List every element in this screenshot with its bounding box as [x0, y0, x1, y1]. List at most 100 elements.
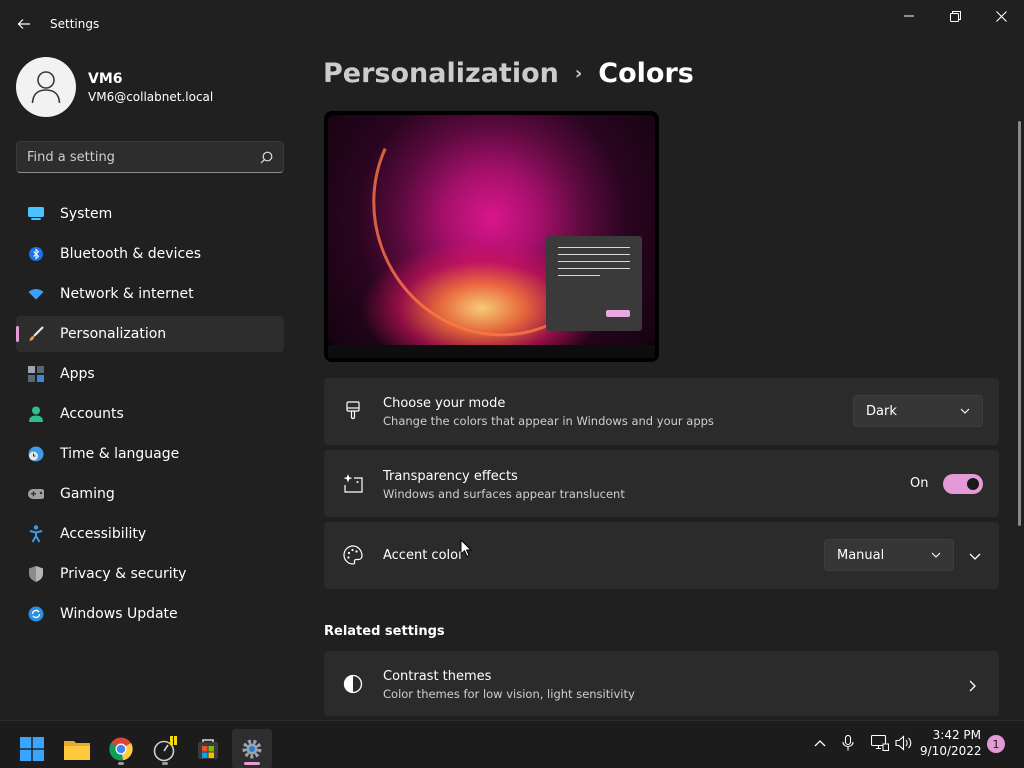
- store-button[interactable]: [188, 729, 228, 768]
- sidebar-item-time-language[interactable]: Time & language: [16, 436, 284, 472]
- minimize-icon: [904, 15, 914, 17]
- sidebar-item-accounts[interactable]: Accounts: [16, 396, 284, 432]
- sidebar-item-label: System: [60, 206, 113, 222]
- clock-date: 9/10/2022: [920, 744, 982, 758]
- back-button[interactable]: [12, 12, 36, 36]
- tool-icon: [153, 736, 177, 762]
- update-icon: [28, 606, 44, 622]
- sidebar-item-label: Time & language: [60, 446, 180, 462]
- paintbrush-icon: [29, 326, 44, 341]
- sidebar-item-privacy-security[interactable]: Privacy & security: [16, 556, 284, 592]
- contrast-description: Color themes for low vision, light sensi…: [383, 687, 635, 701]
- network-icon: [871, 735, 889, 751]
- person-icon: [29, 406, 43, 422]
- search-box[interactable]: [16, 141, 284, 173]
- sidebar-item-windows-update[interactable]: Windows Update: [16, 596, 284, 632]
- volume-icon: [895, 735, 912, 751]
- microphone-icon: [842, 735, 854, 751]
- search-input[interactable]: [27, 149, 260, 165]
- file-explorer-icon: [64, 741, 90, 760]
- preview-window: [546, 236, 642, 331]
- transparency-description: Windows and surfaces appear translucent: [383, 487, 625, 501]
- mode-dropdown[interactable]: Dark: [853, 395, 983, 427]
- sidebar-item-label: Apps: [60, 366, 95, 382]
- contrast-icon: [343, 674, 363, 694]
- paint-bucket-icon: [346, 401, 360, 420]
- gamepad-icon: [28, 489, 44, 499]
- person-icon: [31, 71, 61, 104]
- chevron-down-icon: [969, 553, 981, 560]
- file-explorer-button[interactable]: [57, 729, 97, 768]
- transparency-toggle[interactable]: [943, 474, 983, 494]
- sidebar-item-network[interactable]: Network & internet: [16, 276, 284, 312]
- notification-badge[interactable]: 1: [987, 735, 1005, 753]
- user-profile[interactable]: VM6 VM6@collabnet.local: [16, 57, 213, 117]
- microphone-button[interactable]: [838, 733, 858, 753]
- monitor-icon: [28, 207, 44, 220]
- accent-setting-card[interactable]: Accent color Manual: [324, 522, 999, 589]
- shield-icon: [29, 566, 43, 582]
- close-button[interactable]: [978, 0, 1024, 32]
- network-tray-button[interactable]: [870, 733, 890, 753]
- windows-start-icon: [20, 737, 44, 761]
- accent-dropdown[interactable]: Manual: [824, 539, 954, 571]
- chrome-icon: [109, 737, 133, 761]
- settings-app-button[interactable]: [232, 729, 272, 768]
- sidebar-item-label: Personalization: [60, 326, 167, 342]
- sparkle-window-icon: [343, 474, 363, 493]
- settings-gear-icon: [242, 739, 262, 759]
- sidebar-item-system[interactable]: System: [16, 196, 284, 232]
- accent-expand-button[interactable]: [964, 546, 986, 566]
- sidebar-item-label: Accounts: [60, 406, 124, 422]
- taskbar-clock[interactable]: 3:42 PM 9/10/2022: [920, 727, 982, 759]
- mode-description: Change the colors that appear in Windows…: [383, 414, 714, 428]
- volume-button[interactable]: [894, 733, 914, 753]
- sidebar-item-label: Accessibility: [60, 526, 147, 542]
- mode-value: Dark: [866, 403, 897, 419]
- show-hidden-icons-button[interactable]: [810, 733, 830, 753]
- sidebar-item-label: Windows Update: [60, 606, 178, 622]
- sidebar-item-apps[interactable]: Apps: [16, 356, 284, 392]
- chrome-button[interactable]: [101, 729, 141, 768]
- back-arrow-icon: [17, 19, 30, 29]
- search-icon: [260, 151, 273, 163]
- restore-icon: [949, 10, 961, 22]
- page-title: Colors: [598, 58, 694, 89]
- related-settings-heading: Related settings: [324, 624, 445, 639]
- transparency-state-label: On: [910, 476, 929, 491]
- minimize-button[interactable]: [886, 0, 932, 32]
- sidebar-item-accessibility[interactable]: Accessibility: [16, 516, 284, 552]
- transparency-setting-card: Transparency effects Windows and surface…: [324, 450, 999, 517]
- start-button[interactable]: [12, 729, 52, 768]
- accent-title: Accent color: [383, 548, 464, 563]
- toggle-knob: [967, 478, 979, 490]
- mode-title: Choose your mode: [383, 396, 506, 411]
- breadcrumb: Personalization › Colors: [323, 58, 694, 89]
- accessibility-icon: [29, 525, 43, 543]
- sidebar-item-bluetooth[interactable]: Bluetooth & devices: [16, 236, 284, 272]
- profile-email: VM6@collabnet.local: [88, 89, 214, 104]
- restore-button[interactable]: [932, 0, 978, 32]
- transparency-title: Transparency effects: [383, 469, 518, 484]
- tool-app-button[interactable]: [145, 729, 185, 768]
- clock-globe-icon: [28, 446, 44, 462]
- sidebar-item-gaming[interactable]: Gaming: [16, 476, 284, 512]
- window-title: Settings: [50, 17, 100, 31]
- sidebar-item-label: Privacy & security: [60, 566, 187, 582]
- clock-time: 3:42 PM: [932, 728, 981, 742]
- sidebar-item-label: Network & internet: [60, 286, 194, 302]
- profile-name: VM6: [88, 70, 123, 87]
- close-icon: [995, 10, 1007, 22]
- breadcrumb-parent[interactable]: Personalization: [323, 58, 559, 89]
- store-icon: [198, 739, 218, 759]
- preview-taskbar: [328, 345, 655, 358]
- chevron-down-icon: [960, 408, 970, 414]
- wifi-icon: [28, 289, 44, 300]
- scrollbar[interactable]: [1018, 121, 1021, 526]
- chevron-up-icon: [814, 739, 826, 746]
- sidebar-item-label: Gaming: [60, 486, 115, 502]
- palette-icon: [343, 545, 363, 565]
- sidebar-item-personalization[interactable]: Personalization: [16, 316, 284, 352]
- chevron-right-icon: [969, 677, 976, 696]
- contrast-themes-card[interactable]: Contrast themes Color themes for low vis…: [324, 651, 999, 716]
